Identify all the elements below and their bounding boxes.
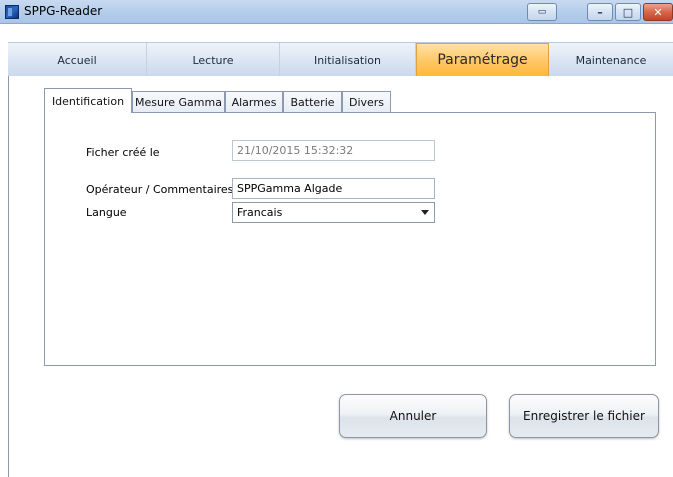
maximize-button[interactable]: □ — [615, 3, 641, 21]
maximize-icon: □ — [622, 5, 634, 19]
language-select[interactable]: Francais — [232, 202, 435, 223]
close-button[interactable]: ✕ — [643, 3, 673, 21]
language-label: Langue — [86, 206, 127, 219]
subtab-mesure-gamma[interactable]: Mesure Gamma — [132, 91, 225, 112]
save-file-button[interactable]: Enregistrer le fichier — [509, 394, 659, 438]
tab-initialisation[interactable]: Initialisation — [280, 43, 416, 77]
minimize-icon: – — [597, 5, 603, 19]
minimize-button[interactable]: – — [587, 3, 613, 21]
cancel-button[interactable]: Annuler — [339, 394, 487, 438]
subtab-batterie[interactable]: Batterie — [283, 91, 342, 112]
operator-label: Opérateur / Commentaires — [86, 183, 234, 196]
tab-accueil[interactable]: Accueil — [8, 43, 147, 77]
subtab-alarmes[interactable]: Alarmes — [225, 91, 283, 112]
close-icon: ✕ — [653, 5, 663, 19]
content-area: Identification Mesure Gamma Alarmes Batt… — [8, 76, 673, 477]
window-title: SPPG-Reader — [24, 4, 103, 18]
tab-parametrage[interactable]: Paramétrage — [416, 43, 549, 77]
chevron-down-icon — [421, 210, 429, 215]
identification-panel: Ficher créé le 21/10/2015 15:32:32 Opéra… — [44, 112, 656, 366]
tab-maintenance[interactable]: Maintenance — [549, 43, 673, 77]
title-bar: SPPG-Reader ▭ – □ ✕ — [0, 0, 673, 24]
operator-field[interactable]: SPPGamma Algade — [232, 178, 435, 199]
subtab-identification[interactable]: Identification — [44, 88, 132, 113]
subtab-divers[interactable]: Divers — [342, 91, 391, 112]
created-label: Ficher créé le — [86, 146, 160, 159]
tab-lecture[interactable]: Lecture — [147, 43, 280, 77]
app-window: SPPG-Reader ▭ – □ ✕ Accueil Lecture Init… — [0, 0, 673, 477]
created-date-field: 21/10/2015 15:32:32 — [232, 140, 435, 161]
main-tab-bar: Accueil Lecture Initialisation Paramétra… — [8, 42, 673, 77]
app-logo-icon — [5, 5, 19, 19]
restore-icon[interactable]: ▭ — [527, 3, 557, 21]
